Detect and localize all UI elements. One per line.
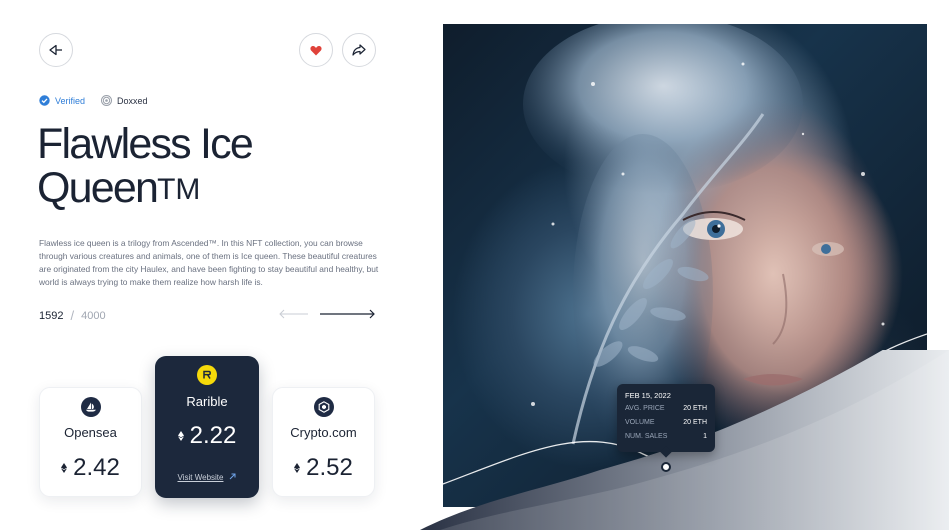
collection-description: Flawless ice queen is a trilogy from Asc… xyxy=(39,238,379,287)
sales-stats-tooltip: FEB 15, 2022 AVG. PRICE 20 ETH VOLUME 20… xyxy=(617,384,715,452)
marketplace-name: Opensea xyxy=(64,425,117,440)
marketplace-name: Rarible xyxy=(186,394,228,409)
verified-label: Verified xyxy=(55,95,86,106)
arrow-right-long-icon xyxy=(320,309,375,319)
external-link-icon xyxy=(230,473,236,480)
trademark-mark: TM xyxy=(157,173,201,206)
marketplace-price: 2.22 xyxy=(155,422,259,450)
stat-label: VOLUME xyxy=(625,419,655,426)
title-line-2: Queen xyxy=(37,164,159,212)
tooltip-row-volume: VOLUME 20 ETH xyxy=(625,419,707,426)
title-line-1: Flawless Ice xyxy=(37,120,254,168)
stat-label: NUM. SALES xyxy=(625,433,668,440)
ethereum-icon xyxy=(61,463,68,473)
stat-value: 20 ETH xyxy=(683,419,707,426)
counter-current: 1592 xyxy=(39,309,64,322)
counter-separator: / xyxy=(70,308,75,323)
price-value: 2.22 xyxy=(189,422,237,449)
item-counter: 1592 / 4000 xyxy=(39,308,106,323)
marketplace-name: Crypto.com xyxy=(290,425,357,440)
badges: Verified Doxxed xyxy=(39,95,148,106)
marketplace-price: 2.52 xyxy=(273,454,374,482)
tooltip-row-num-sales: NUM. SALES 1 xyxy=(625,433,707,440)
verified-badge: Verified xyxy=(39,95,85,106)
marketplace-price: 2.42 xyxy=(40,454,141,482)
rarible-icon xyxy=(197,365,217,385)
cryptocom-icon xyxy=(313,397,334,417)
back-button[interactable] xyxy=(39,33,73,67)
marketplace-card-rarible[interactable]: Rarible 2.22 Visit Website xyxy=(155,356,259,498)
ethereum-icon xyxy=(294,463,301,473)
like-button[interactable] xyxy=(299,33,333,67)
price-value: 2.42 xyxy=(73,454,120,481)
arrow-left-icon xyxy=(49,44,62,56)
visit-website-label: Visit Website xyxy=(177,473,224,482)
share-button[interactable] xyxy=(342,33,376,67)
doxxed-label: Doxxed xyxy=(117,95,148,106)
stat-value: 20 ETH xyxy=(683,405,707,412)
collection-title: Flawless Ice QueenTM xyxy=(37,122,397,210)
opensea-icon xyxy=(80,397,101,417)
next-button[interactable] xyxy=(319,307,375,325)
doxxed-badge: Doxxed xyxy=(101,95,148,106)
previous-button[interactable] xyxy=(279,307,309,325)
tooltip-row-avg-price: AVG. PRICE 20 ETH xyxy=(625,405,707,412)
ethereum-icon xyxy=(177,431,184,441)
fingerprint-icon xyxy=(101,95,113,106)
visit-website-link[interactable]: Visit Website xyxy=(155,473,259,482)
arrow-left-long-icon xyxy=(279,309,308,319)
heart-icon xyxy=(310,45,322,55)
counter-total: 4000 xyxy=(81,309,106,322)
marketplace-card-cryptocom[interactable]: Crypto.com 2.52 xyxy=(272,387,375,497)
stat-label: AVG. PRICE xyxy=(625,405,665,412)
chart-point-marker[interactable] xyxy=(661,462,671,472)
share-icon xyxy=(352,44,366,56)
stat-value: 1 xyxy=(703,433,707,440)
tooltip-date: FEB 15, 2022 xyxy=(625,391,671,400)
price-value: 2.52 xyxy=(306,454,353,481)
marketplace-card-opensea[interactable]: Opensea 2.42 xyxy=(39,387,142,497)
verified-check-icon xyxy=(39,95,50,106)
